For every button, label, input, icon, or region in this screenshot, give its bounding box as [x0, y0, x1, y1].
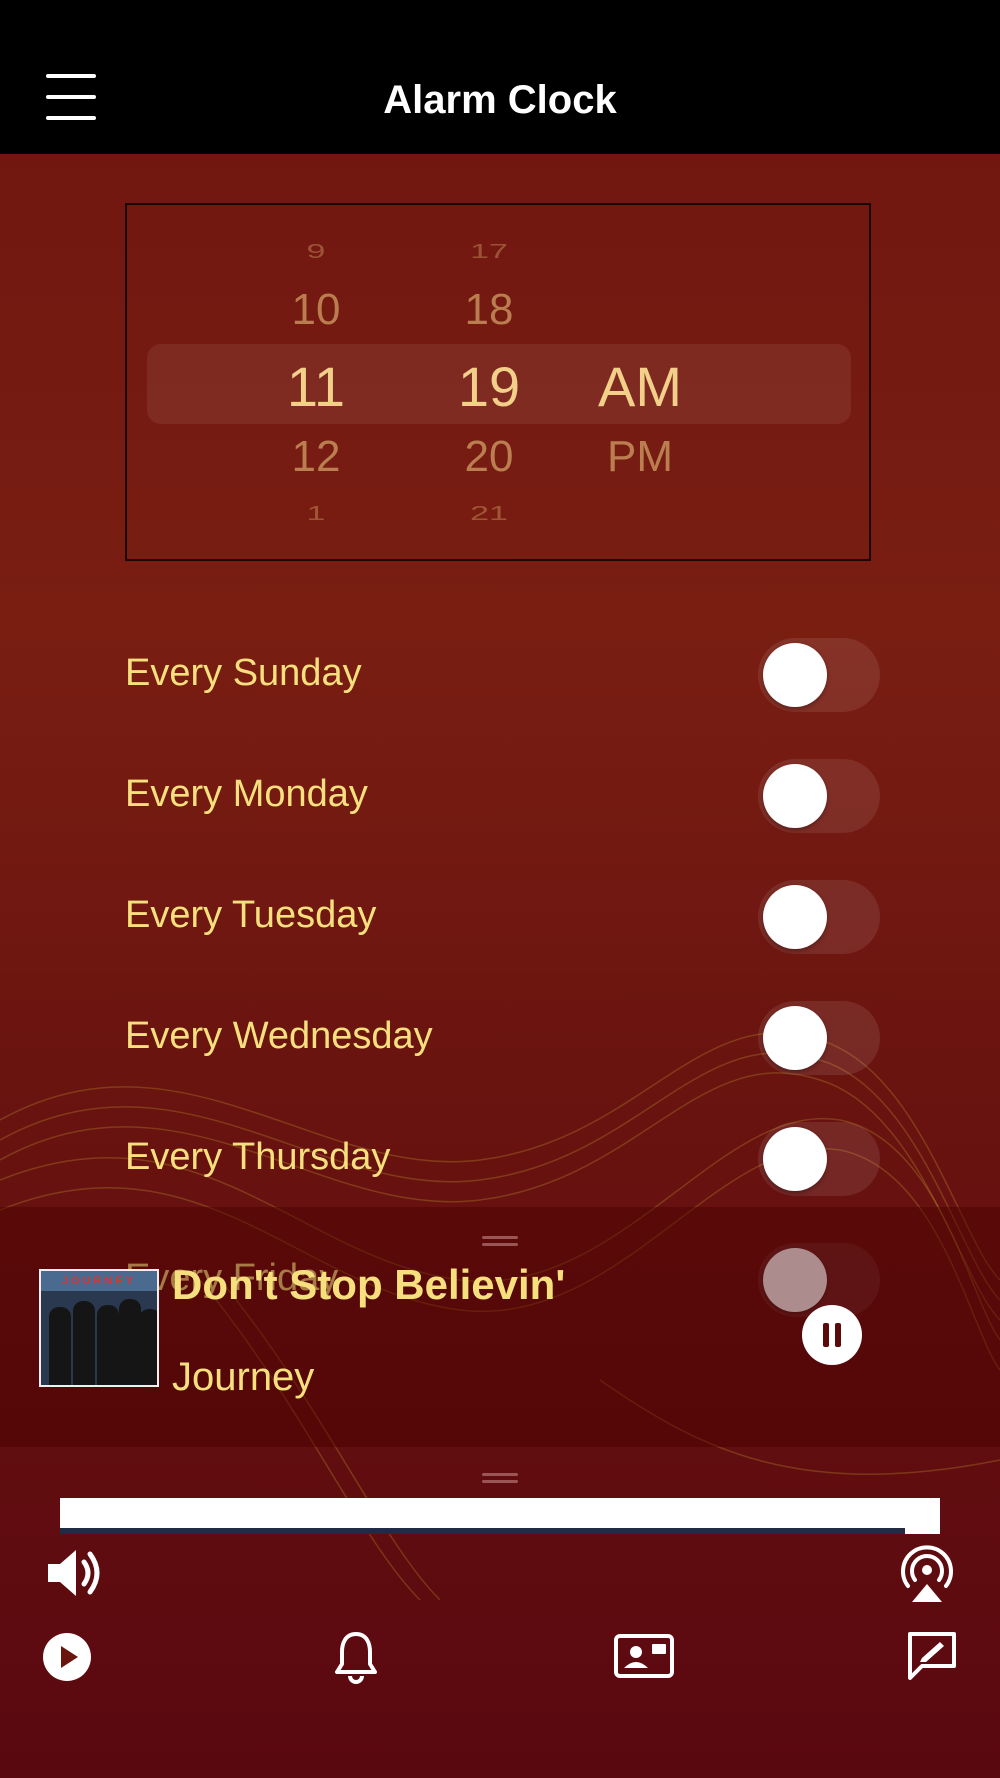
toggle-sunday[interactable]: [758, 638, 880, 712]
minute-option[interactable]: 18: [429, 285, 549, 335]
day-row-thursday: Every Thursday: [125, 1120, 880, 1196]
drag-handle-icon[interactable]: [482, 1473, 518, 1483]
track-artist: Journey: [172, 1355, 315, 1399]
toggle-knob: [763, 885, 827, 949]
airplay-icon[interactable]: [896, 1542, 958, 1604]
pause-icon[interactable]: [802, 1305, 862, 1365]
hour-option[interactable]: 1: [256, 502, 376, 525]
bell-icon[interactable]: [334, 1630, 378, 1684]
period-selected[interactable]: AM: [580, 354, 700, 419]
toggle-knob: [763, 1006, 827, 1070]
minute-option[interactable]: 17: [429, 240, 549, 263]
toggle-monday[interactable]: [758, 759, 880, 833]
day-row-monday: Every Monday: [125, 757, 880, 833]
period-option[interactable]: PM: [580, 432, 700, 482]
hour-option[interactable]: 10: [256, 285, 376, 335]
toggle-thursday[interactable]: [758, 1122, 880, 1196]
play-circle-icon[interactable]: [42, 1632, 92, 1682]
day-label: Every Tuesday: [125, 894, 377, 936]
day-row-wednesday: Every Wednesday: [125, 999, 880, 1075]
album-art: JOURNEY: [39, 1269, 159, 1387]
toggle-knob: [763, 1127, 827, 1191]
contact-card-icon[interactable]: [614, 1632, 674, 1680]
minute-selected[interactable]: 19: [429, 354, 549, 419]
day-label: Every Wednesday: [125, 1015, 433, 1057]
toggle-wednesday[interactable]: [758, 1001, 880, 1075]
day-label: Every Monday: [125, 773, 368, 815]
now-playing-bar[interactable]: JOURNEY Don't Stop Believin' Journey: [0, 1207, 1000, 1447]
day-label: Every Thursday: [125, 1136, 391, 1178]
minute-option[interactable]: 21: [429, 502, 549, 525]
drag-handle-icon[interactable]: [482, 1236, 518, 1246]
toggle-knob: [763, 643, 827, 707]
progress-fill: [60, 1528, 905, 1534]
toggle-tuesday[interactable]: [758, 880, 880, 954]
hour-selected[interactable]: 11: [256, 354, 376, 419]
day-label: Every Sunday: [125, 652, 362, 694]
toggle-knob: [763, 764, 827, 828]
minute-option[interactable]: 20: [429, 432, 549, 482]
message-edit-icon[interactable]: [906, 1630, 958, 1682]
day-row-tuesday: Every Tuesday: [125, 878, 880, 954]
hour-option[interactable]: 9: [256, 240, 376, 263]
track-title: Don't Stop Believin': [172, 1261, 566, 1308]
hour-option[interactable]: 12: [256, 432, 376, 482]
album-art-band: JOURNEY: [41, 1271, 157, 1291]
speaker-volume-icon[interactable]: [44, 1544, 106, 1602]
day-row-sunday: Every Sunday: [125, 636, 880, 712]
top-bar: Alarm Clock: [0, 0, 1000, 154]
page-title: Alarm Clock: [383, 78, 617, 122]
playback-progress[interactable]: [60, 1498, 940, 1534]
